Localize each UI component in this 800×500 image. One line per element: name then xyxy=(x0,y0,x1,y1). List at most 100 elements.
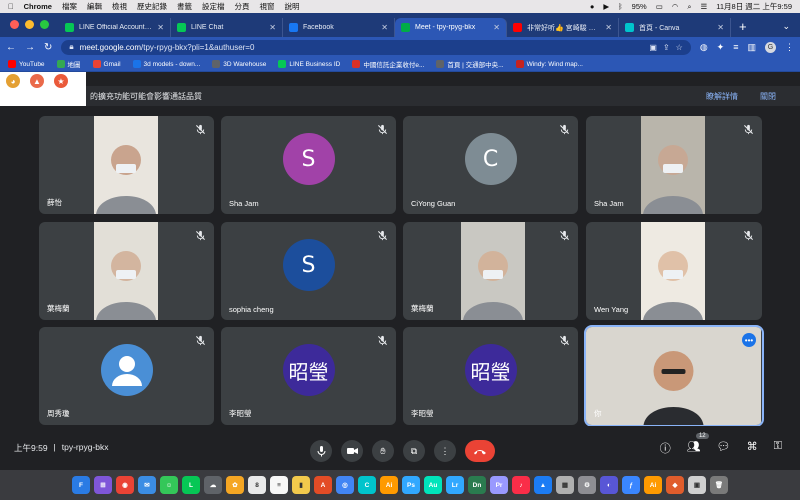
extensions-puzzle-icon[interactable]: ✦ xyxy=(717,42,725,53)
side-panel-icon[interactable]: ▥ xyxy=(747,42,756,53)
address-bar[interactable]: 🔒︎ meet.google.com/tpy-rpyg-bkx?pli=1&au… xyxy=(61,39,691,55)
menu-file[interactable]: 檔案 xyxy=(62,1,77,12)
participant-tile[interactable]: 葉梅蘭 xyxy=(403,222,578,320)
control-center-icon[interactable]: ☰ xyxy=(701,2,708,11)
tile-more-options-button[interactable]: ••• xyxy=(742,333,756,347)
battery-icon[interactable]: ▭ xyxy=(656,2,663,11)
tab-close-icon[interactable]: ✕ xyxy=(269,23,276,32)
dock-app-icon[interactable]: Ai xyxy=(644,476,662,494)
dock-app-icon[interactable]: Ps xyxy=(402,476,420,494)
dock-app-icon[interactable]: ✿ xyxy=(226,476,244,494)
tab-search-icon[interactable]: ⌄ xyxy=(782,21,800,37)
bookmark-star-icon[interactable]: ☆ xyxy=(676,43,683,52)
bookmark-item[interactable]: LINE Business ID xyxy=(278,60,340,68)
browser-tab-3[interactable]: Facebook ✕ xyxy=(283,18,395,37)
play-status-icon[interactable]: ▶ xyxy=(603,2,609,11)
dock-app-icon[interactable]: ☁ xyxy=(204,476,222,494)
dock-app-icon[interactable]: ⚙ xyxy=(578,476,596,494)
bookmark-item[interactable]: 中國信託企業收付e... xyxy=(352,59,424,69)
extension-triangle-icon[interactable]: ▲ xyxy=(30,74,44,88)
leave-call-button[interactable] xyxy=(465,440,495,462)
tab-close-icon[interactable]: ✕ xyxy=(717,23,724,32)
browser-tab-4[interactable]: Meet - tpy-rpyg-bkx ✕ xyxy=(395,18,507,37)
minimize-window-button[interactable] xyxy=(25,20,34,29)
extension-avatar-icon[interactable]: ◍ xyxy=(700,42,708,53)
reload-icon[interactable]: ↻ xyxy=(44,42,52,53)
participant-tile[interactable]: 昭瑩 李昭瑩 xyxy=(403,327,578,425)
banner-close-button[interactable]: 關閉 xyxy=(760,91,776,102)
participant-tile[interactable]: 昭瑩 李昭瑩 xyxy=(221,327,396,425)
line-status-icon[interactable]: ● xyxy=(590,2,595,11)
browser-tab-2[interactable]: LINE Chat ✕ xyxy=(171,18,283,37)
dock-app-icon[interactable]: Ai xyxy=(380,476,398,494)
bookmark-item[interactable]: YouTube xyxy=(8,60,45,68)
browser-tab-6[interactable]: 首頁 - Canva ✕ xyxy=(619,18,731,37)
participant-tile[interactable]: 薛怡 xyxy=(39,116,214,214)
microphone-button[interactable] xyxy=(310,440,332,462)
meeting-details-icon[interactable]: ⓘ xyxy=(660,440,671,456)
present-screen-button[interactable]: ⧉ xyxy=(403,440,425,462)
tab-close-icon[interactable]: ✕ xyxy=(605,23,612,32)
dock-app-icon[interactable]: ⊞ xyxy=(94,476,112,494)
extension-star-icon[interactable]: ★ xyxy=(54,74,68,88)
host-controls-icon[interactable]: ⚿ xyxy=(774,440,782,456)
dock-app-icon[interactable]: ▦ xyxy=(556,476,574,494)
dock-app-icon[interactable]: Lr xyxy=(446,476,464,494)
close-window-button[interactable] xyxy=(10,20,19,29)
camera-button[interactable] xyxy=(341,440,363,462)
bluetooth-icon[interactable]: ᛒ xyxy=(618,2,623,11)
self-video-tile[interactable]: 你 ••• xyxy=(584,325,764,427)
participant-tile[interactable]: S Sha Jam xyxy=(221,116,396,214)
participant-tile[interactable]: Sha Jam xyxy=(586,116,762,214)
zoom-window-button[interactable] xyxy=(40,20,49,29)
dock-app-icon[interactable]: ▮ xyxy=(292,476,310,494)
menu-edit[interactable]: 編輯 xyxy=(87,1,102,12)
chat-icon[interactable]: 💬︎ xyxy=(717,440,731,456)
dock-app-icon[interactable]: ◉ xyxy=(116,476,134,494)
banner-learn-more-link[interactable]: 瞭解詳情 xyxy=(706,91,738,102)
dock-app-icon[interactable]: ◐ xyxy=(600,476,618,494)
dock-app-icon[interactable]: Dn xyxy=(468,476,486,494)
new-tab-button[interactable]: + xyxy=(731,19,757,37)
people-button[interactable]: 👥︎ 12 xyxy=(687,433,709,456)
dock-app-icon[interactable]: ▣ xyxy=(688,476,706,494)
activities-icon[interactable]: ⌘ xyxy=(747,440,758,456)
lock-icon[interactable]: 🔒︎ xyxy=(69,42,73,52)
browser-tab-5[interactable]: 非常好听👍 宮崎駿 水晶... ✕ xyxy=(507,18,619,37)
more-options-button[interactable]: ⋮ xyxy=(434,440,456,462)
bookmark-item[interactable]: 地圖 xyxy=(56,59,81,69)
bookmark-item[interactable]: 3d models - down... xyxy=(132,60,200,68)
forward-icon[interactable]: → xyxy=(25,42,35,53)
dock-app-icon[interactable]: ☺ xyxy=(160,476,178,494)
tab-close-icon[interactable]: ✕ xyxy=(157,23,164,32)
dock-app-icon[interactable]: C xyxy=(358,476,376,494)
participant-tile[interactable]: 周秀瓊 xyxy=(39,327,214,425)
battery-percent[interactable]: 95% xyxy=(632,2,647,11)
dock-app-icon[interactable]: A xyxy=(314,476,332,494)
participant-tile[interactable]: Wen Yang xyxy=(586,222,762,320)
menu-tab[interactable]: 分頁 xyxy=(234,1,249,12)
bookmark-item[interactable]: Gmail xyxy=(92,60,121,68)
dock-app-icon[interactable]: ▲ xyxy=(534,476,552,494)
participant-tile[interactable]: 葉梅蘭 xyxy=(39,222,214,320)
menu-bookmarks[interactable]: 書籤 xyxy=(177,1,192,12)
wifi-icon[interactable]: ◠ xyxy=(672,2,679,11)
tab-close-icon[interactable]: ✕ xyxy=(381,23,388,32)
camera-permission-icon[interactable]: ▣ xyxy=(649,43,657,52)
browser-tab-1[interactable]: LINE Official Account Ma ✕ xyxy=(59,18,171,37)
dock-app-icon[interactable]: ≡ xyxy=(270,476,288,494)
profile-avatar[interactable]: G xyxy=(765,41,776,53)
bookmark-item[interactable]: Windy: Wind map... xyxy=(515,60,583,68)
dock-app-icon[interactable]: ✉ xyxy=(138,476,156,494)
dock-app-icon[interactable]: 🗑 xyxy=(710,476,728,494)
participant-tile[interactable]: C CiYong Guan xyxy=(403,116,578,214)
reading-list-icon[interactable]: ≡ xyxy=(733,42,738,52)
bookmark-item[interactable]: 3D Warehouse xyxy=(212,60,266,68)
menu-history[interactable]: 歷史記錄 xyxy=(137,1,167,12)
apple-icon[interactable]:  xyxy=(8,2,14,11)
dock-app-icon[interactable]: F xyxy=(72,476,90,494)
dock-app-icon[interactable]: ♪ xyxy=(512,476,530,494)
menu-profiles[interactable]: 設定檔 xyxy=(202,1,225,12)
dock-app-icon[interactable]: Pr xyxy=(490,476,508,494)
dock-app-icon[interactable]: Au xyxy=(424,476,442,494)
